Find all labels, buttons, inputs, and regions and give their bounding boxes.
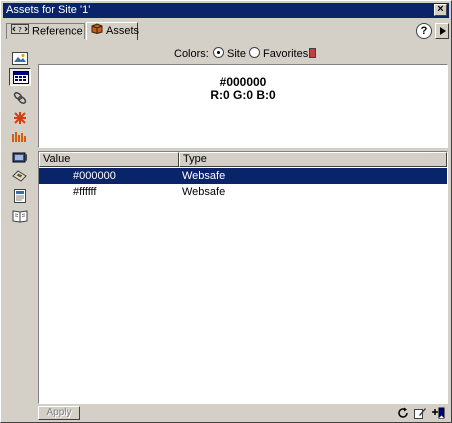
sidebar-item-colors[interactable] [9,68,31,86]
site-radio-label[interactable]: Site [227,48,246,60]
color-type-cell: Websafe [182,186,226,198]
add-to-favorites-button[interactable] [430,406,445,420]
images-icon [12,52,28,65]
color-filter-row: Colors: Site Favorites [37,45,449,63]
colors-icon [13,71,29,84]
assets-main-area: Colors: Site Favorites #000000 R:0 G:0 B… [37,43,449,421]
panel-options-menu-button[interactable] [435,23,449,39]
column-header-type[interactable]: Type [179,152,447,167]
asset-category-sidebar [5,43,35,421]
color-type-cell: Websafe [182,170,226,182]
add-to-favorites-icon [432,407,445,419]
table-row[interactable]: #000000 Websafe [39,168,447,184]
refresh-icon [398,407,408,418]
sidebar-item-shockwave[interactable] [9,128,31,146]
sidebar-item-images[interactable] [9,50,31,68]
library-icon [12,210,28,223]
tab-reference[interactable]: ? Reference [6,23,85,39]
reference-icon: ? [11,24,29,39]
color-value-cell: #000000 [73,170,116,182]
table-row[interactable]: #ffffff Websafe [39,184,447,200]
help-button[interactable]: ? [416,23,432,39]
color-value-cell: #ffffff [73,186,97,198]
tab-assets-label: Assets [106,24,140,37]
site-radio[interactable] [213,47,224,58]
color-asset-list: Value Type #000000 Websafe #ffffff Websa… [38,151,448,404]
sidebar-item-library[interactable] [9,207,31,225]
refresh-button[interactable] [396,406,411,420]
colors-filter-label: Colors: [174,48,209,60]
title-bar[interactable]: Assets for Site '1' × [3,3,449,18]
preview-hex-value: #000000 [219,75,267,89]
templates-icon [14,189,26,203]
sidebar-item-flash[interactable] [9,109,31,127]
sidebar-item-urls[interactable] [9,89,31,107]
tab-reference-label: Reference [32,25,83,38]
apply-button[interactable]: Apply [38,406,80,420]
bottom-toolbar: Apply [37,405,449,421]
flash-icon [14,112,26,124]
scripts-icon [12,170,27,182]
edit-icon [414,408,426,419]
close-button[interactable]: × [434,4,447,16]
color-preview-pane: #000000 R:0 G:0 B:0 [38,64,448,148]
movies-icon [12,152,27,163]
assets-panel-window: Assets for Site '1' × ? Reference Assets… [0,0,452,423]
sidebar-item-movies[interactable] [9,148,31,166]
edit-button[interactable] [413,406,428,420]
shockwave-icon [12,132,26,142]
svg-text:?: ? [18,26,22,34]
sidebar-item-templates[interactable] [9,187,31,205]
assets-icon [91,23,103,39]
favorites-bookmark-icon [309,48,316,58]
tab-assets[interactable]: Assets [86,22,140,40]
preview-rgb-value: R:0 G:0 B:0 [210,88,276,102]
urls-icon [13,92,27,104]
favorites-radio-label[interactable]: Favorites [263,48,308,60]
sidebar-item-scripts[interactable] [9,167,31,185]
column-header-value[interactable]: Value [39,152,179,167]
favorites-radio[interactable] [249,47,260,58]
window-title: Assets for Site '1' [6,4,91,16]
